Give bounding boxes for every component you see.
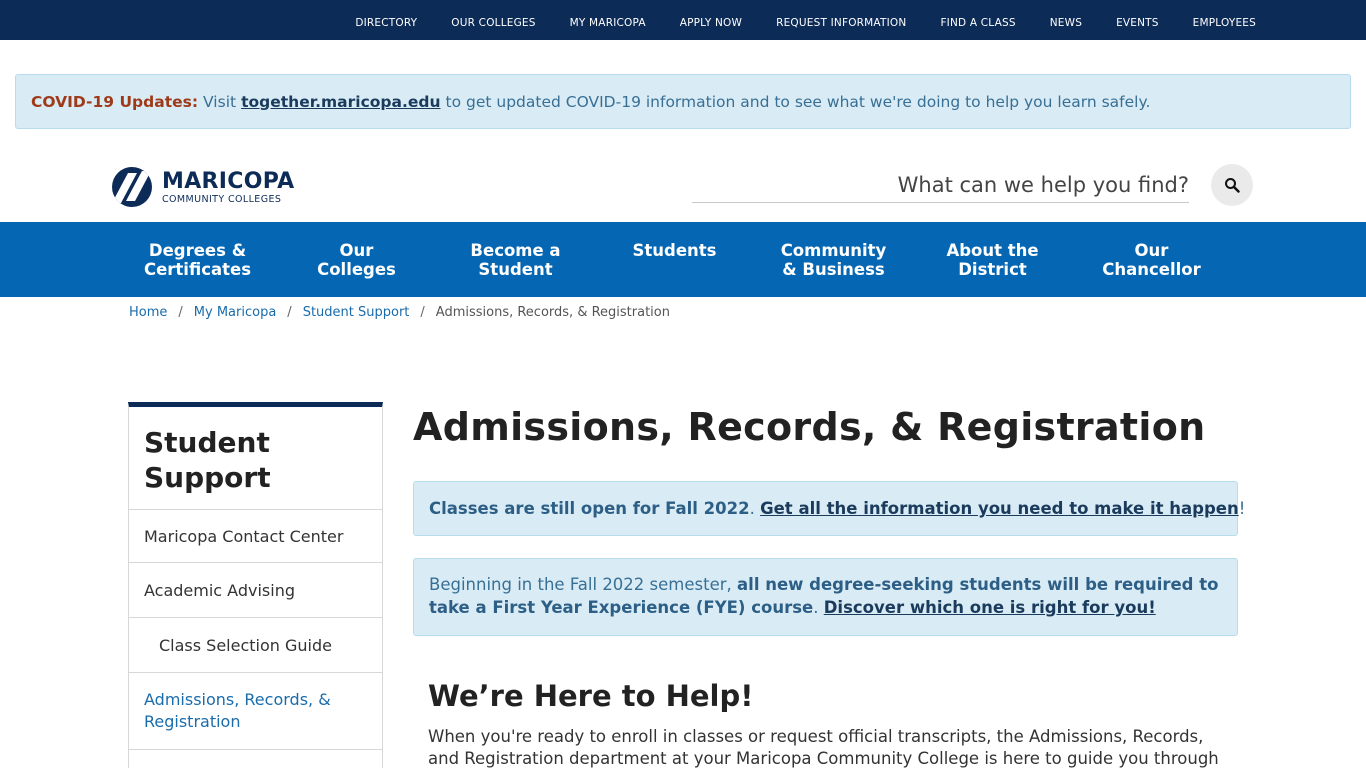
section-body-help: When you're ready to enroll in classes o… — [428, 727, 1219, 768]
breadcrumb-student-support[interactable]: Student Support — [303, 305, 410, 320]
alert-fye-intro: Beginning in the Fall 2022 semester, — [429, 575, 732, 594]
maricopa-logo-mark-icon — [112, 167, 152, 207]
logo-text: MARICOPA COMMUNITY COLLEGES — [162, 168, 295, 205]
covid-banner-text: to get updated COVID-19 information and … — [445, 92, 1151, 111]
alert-exclamation: ! — [1238, 499, 1246, 518]
covid-banner-link[interactable]: together.maricopa.edu — [241, 93, 440, 111]
nav-degrees-certificates[interactable]: Degrees & Certificates — [144, 241, 251, 279]
alert-period: . — [749, 499, 755, 518]
utility-link-our-colleges[interactable]: OUR COLLEGES — [451, 17, 535, 29]
section-heading-help: We’re Here to Help! — [428, 679, 754, 713]
sidebar-item-class-selection-guide[interactable]: Class Selection Guide — [129, 618, 382, 673]
logo-name: MARICOPA — [162, 168, 295, 194]
breadcrumb-home[interactable]: Home — [129, 305, 167, 320]
nav-students[interactable]: Students — [633, 241, 717, 260]
alert-fye-link[interactable]: Discover which one is right for you! — [824, 598, 1156, 617]
utility-link-apply-now[interactable]: APPLY NOW — [680, 17, 742, 29]
sidebar-item-contact-center[interactable]: Maricopa Contact Center — [129, 510, 382, 563]
covid-banner-lead: COVID-19 Updates: — [31, 92, 199, 111]
sidebar-item-academic-advising[interactable]: Academic Advising — [129, 563, 382, 618]
alert-fall-2022: Classes are still open for Fall 2022. Ge… — [413, 481, 1245, 536]
search-icon — [1225, 178, 1240, 193]
page-title: Admissions, Records, & Registration — [413, 405, 1206, 449]
utility-link-employees[interactable]: EMPLOYEES — [1193, 17, 1256, 29]
breadcrumb-separator: / — [178, 305, 183, 320]
search-button[interactable] — [1211, 164, 1253, 206]
search-input[interactable] — [692, 168, 1189, 203]
breadcrumb-separator: / — [420, 305, 425, 320]
nav-community-business[interactable]: Community & Business — [781, 241, 887, 279]
breadcrumb-my-maricopa[interactable]: My Maricopa — [194, 305, 277, 320]
alert-period: . — [813, 598, 819, 617]
nav-our-colleges[interactable]: Our Colleges — [317, 241, 396, 279]
nav-about-the-district[interactable]: About the District — [946, 241, 1038, 279]
utility-link-find-a-class[interactable]: FIND A CLASS — [940, 17, 1015, 29]
covid-banner-visit: Visit — [203, 92, 237, 111]
alert-fall-2022-link[interactable]: Get all the information you need to make… — [760, 499, 1239, 518]
utility-link-my-maricopa[interactable]: MY MARICOPA — [570, 17, 646, 29]
sidebar-item-admissions-records-registration[interactable]: Admissions, Records, & Registration — [129, 673, 382, 750]
nav-become-a-student[interactable]: Become a Student — [470, 241, 560, 279]
nav-our-chancellor[interactable]: Our Chancellor — [1102, 241, 1201, 279]
breadcrumb-current: Admissions, Records, & Registration — [435, 305, 670, 320]
utility-link-events[interactable]: EVENTS — [1116, 17, 1159, 29]
utility-bar: DIRECTORY OUR COLLEGES MY MARICOPA APPLY… — [0, 0, 1366, 40]
breadcrumb: Home / My Maricopa / Student Support / A… — [129, 305, 670, 320]
utility-link-directory[interactable]: DIRECTORY — [355, 17, 417, 29]
sidebar-item-out-of-state-students[interactable]: Out-of-state Students — [129, 750, 382, 768]
alert-fall-2022-text: Classes are still open for Fall 2022 — [429, 499, 750, 518]
utility-link-news[interactable]: NEWS — [1050, 17, 1082, 29]
breadcrumb-separator: / — [287, 305, 292, 320]
main-navigation: Degrees & Certificates Our Colleges Become… — [0, 222, 1366, 297]
alert-fye: Beginning in the Fall 2022 semester, all… — [413, 558, 1238, 636]
sidebar-title: Student Support — [129, 407, 382, 510]
maricopa-logo[interactable]: MARICOPA COMMUNITY COLLEGES — [112, 166, 297, 208]
covid-banner: COVID-19 Updates: Visit together.maricop… — [15, 74, 1351, 129]
utility-link-request-information[interactable]: REQUEST INFORMATION — [776, 17, 906, 29]
utility-nav: DIRECTORY OUR COLLEGES MY MARICOPA APPLY… — [321, 0, 1256, 40]
logo-subtitle: COMMUNITY COLLEGES — [162, 193, 282, 205]
sidebar-nav: Student Support Maricopa Contact Center … — [128, 402, 383, 768]
